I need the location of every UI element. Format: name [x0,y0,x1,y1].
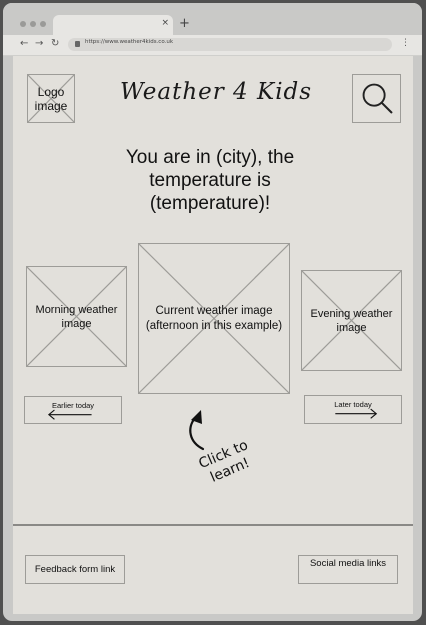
back-icon[interactable]: ← [20,38,28,49]
search-icon [362,83,393,114]
window-maximize-dot[interactable] [40,21,46,27]
browser-tab[interactable]: × [53,15,173,35]
tab-bar: × + [3,3,422,35]
current-weather-label: Current weather image (afternoon in this… [145,304,283,332]
evening-weather-image[interactable]: Evening weather image [301,270,402,371]
footer-divider [13,524,413,526]
window-minimize-dot[interactable] [30,21,36,27]
url-bar: ← → ↻ https://www.weather4kids.co.uk ⋮ [3,35,422,56]
browser-window: × + ← → ↻ https://www.weather4kids.co.uk… [3,3,422,621]
arrow-left-icon [47,409,92,420]
evening-weather-label: Evening weather image [310,307,393,334]
search-button[interactable] [352,74,401,123]
reload-icon[interactable]: ↻ [51,38,59,49]
morning-weather-image[interactable]: Morning weather image [26,266,127,367]
later-today-button[interactable]: Later today [304,395,402,424]
lock-icon [75,41,80,47]
location-temperature-heading: You are in (city), the temperature is (t… [125,147,295,214]
site-title: Weather 4 Kids [120,79,313,105]
window-close-dot[interactable] [20,21,26,27]
arrow-right-icon [335,408,378,419]
address-bar[interactable]: https://www.weather4kids.co.uk [68,38,392,51]
browser-menu-icon[interactable]: ⋮ [401,38,410,48]
address-text: https://www.weather4kids.co.uk [85,39,174,45]
morning-weather-label: Morning weather image [35,303,118,330]
logo-label: Logo image [34,84,68,113]
earlier-today-button[interactable]: Earlier today [24,396,122,424]
new-tab-icon[interactable]: + [179,16,190,31]
page-content: Logo image Weather 4 Kids You are in (ci… [13,56,413,614]
social-media-links[interactable]: Social media links [298,555,398,584]
tab-close-icon[interactable]: × [161,18,169,28]
logo-image[interactable]: Logo image [27,74,75,123]
feedback-form-link[interactable]: Feedback form link [25,555,125,584]
current-weather-image[interactable]: Current weather image (afternoon in this… [138,243,290,394]
curved-arrow-icon [189,410,205,451]
forward-icon[interactable]: → [35,38,43,49]
